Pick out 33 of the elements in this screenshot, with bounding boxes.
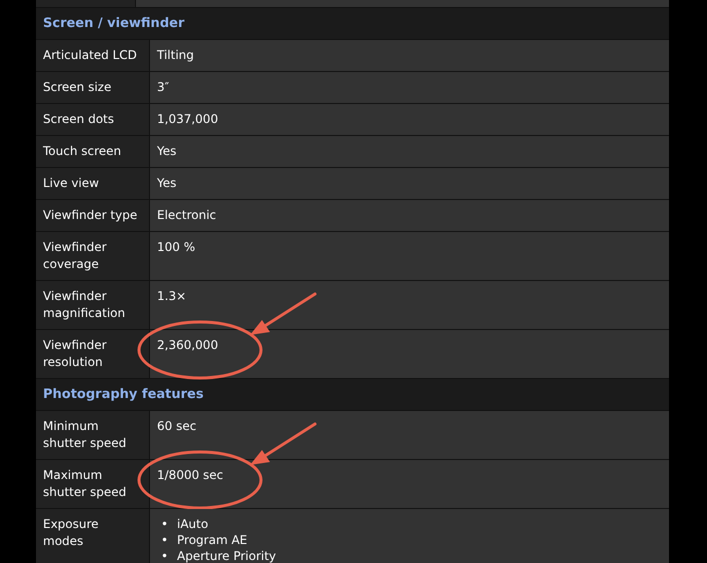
spec-label: Viewfinder coverage	[36, 232, 149, 280]
spec-value: 3″	[157, 80, 170, 94]
spec-value: 1/8000 sec	[157, 468, 224, 482]
spec-value: 60 sec	[157, 419, 196, 433]
spec-label: Screen dots	[36, 104, 149, 135]
arrow	[250, 292, 316, 335]
bullet: •	[161, 532, 170, 548]
spec-label: Touch screen	[36, 136, 149, 167]
spec-value: 1.3×	[157, 289, 186, 303]
bullet: •	[161, 548, 170, 563]
spec-value: 100 %	[157, 240, 196, 254]
bullet: •	[161, 516, 170, 532]
spec-value: 2,360,000	[157, 338, 218, 352]
spec-label: Minimum shutter speed	[36, 411, 149, 459]
spec-label: Maximum shutter speed	[36, 460, 149, 508]
list-item: iAuto	[177, 516, 208, 532]
spec-value: 1,037,000	[157, 112, 218, 126]
arrow	[250, 422, 316, 465]
spec-label: Live view	[36, 168, 149, 199]
spec-label: Viewfinder magnification	[36, 281, 149, 329]
spec-label: Screen size	[36, 72, 149, 103]
spec-label: Articulated LCD	[36, 40, 149, 71]
spec-value: Tilting	[157, 48, 194, 62]
section-header: Photography features	[36, 379, 669, 410]
list-item: Aperture Priority	[177, 548, 276, 563]
list-item: Program AE	[177, 532, 248, 548]
spec-value: Yes	[157, 144, 176, 158]
spec-label: Exposure modes	[36, 509, 149, 563]
spec-label: Viewfinder resolution	[36, 330, 149, 378]
section-header: Screen / viewfinder	[36, 8, 669, 39]
spec-label: Viewfinder type	[36, 200, 149, 231]
spec-value: Electronic	[157, 208, 216, 222]
spec-value: Yes	[157, 176, 176, 190]
